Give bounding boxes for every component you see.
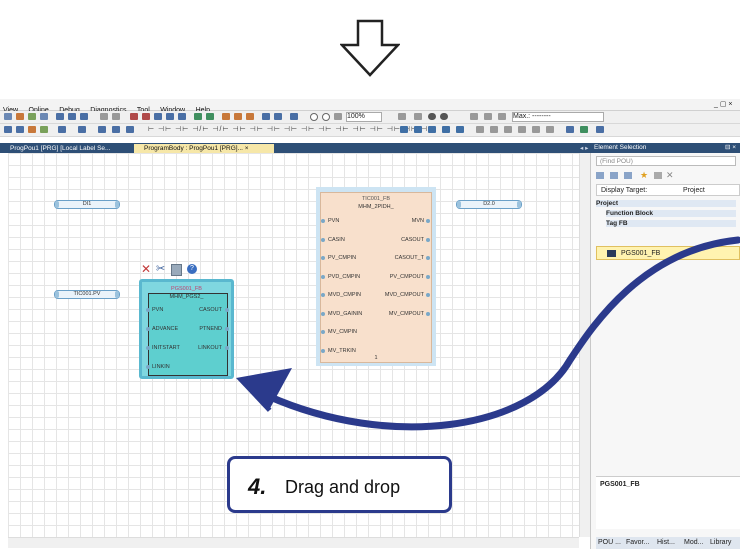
callout-box: 4. Drag and drop (227, 456, 452, 513)
callout-step: 4. (248, 474, 267, 499)
callout-text: Drag and drop (285, 477, 401, 497)
